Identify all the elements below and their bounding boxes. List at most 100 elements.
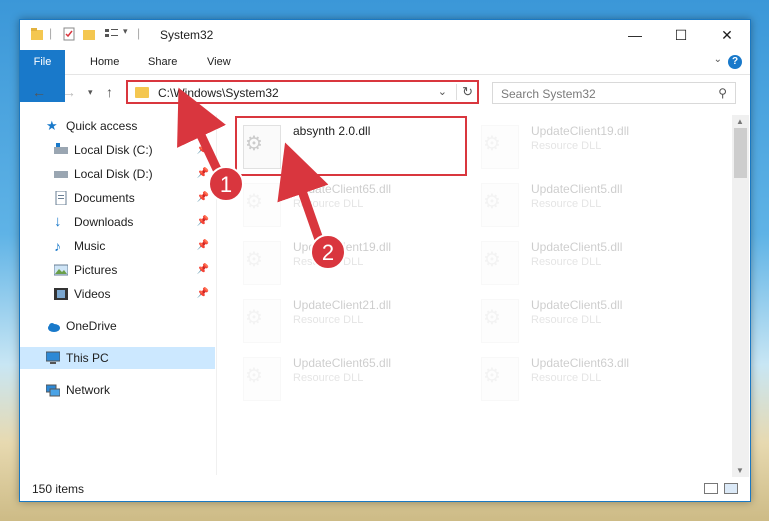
gear-icon: ⚙ (483, 307, 501, 329)
file-explorer-window: | ▾ | System32 — ☐ ✕ File Home Share Vie… (19, 19, 751, 502)
vertical-scrollbar[interactable]: ▲ ▼ (732, 115, 749, 477)
nav-item-label: Downloads (74, 215, 134, 229)
file-name: UpdateClient21.dll (293, 298, 392, 312)
navigation-pane: ★ Quick access Local Disk (C:) 📌 Local D… (20, 115, 215, 485)
file-name: UpdateClient65.dll (293, 356, 392, 370)
file-item[interactable]: ⚙ UpdateClient5.dll Resource DLL (473, 293, 703, 345)
address-bar[interactable]: C:\Windows\System32 ⌄ ↻ (126, 80, 479, 104)
tab-home[interactable]: Home (78, 50, 131, 74)
nav-item-label: Local Disk (C:) (74, 143, 153, 157)
nav-item-network[interactable]: Network (20, 379, 215, 401)
address-row: ← → ▾ ↑ C:\Windows\System32 ⌄ ↻ Search S… (20, 75, 750, 111)
download-icon: ↓ (54, 213, 62, 230)
pc-icon (46, 351, 60, 364)
nav-item-this-pc[interactable]: This PC (20, 347, 215, 369)
file-type: Resource DLL (531, 372, 602, 384)
nav-item-local-disk-d[interactable]: Local Disk (D:) 📌 (20, 163, 215, 185)
file-item[interactable]: ⚙ UpdateClient63.dll Resource DLL (473, 351, 703, 403)
chevron-down-icon[interactable]: ▾ (123, 26, 128, 37)
folder-icon (31, 28, 43, 40)
music-icon: ♪ (54, 238, 61, 254)
file-type: Resource DLL (531, 256, 602, 268)
new-folder-icon[interactable] (82, 27, 96, 41)
status-bar: 150 items (20, 478, 750, 500)
file-item[interactable]: ⚙ UpdateClient19.dll Resource DLL (235, 235, 465, 287)
file-item[interactable]: ⚙ UpdateClient21.dll Resource DLL (235, 293, 465, 345)
expand-ribbon-icon[interactable]: ⌄ (714, 54, 722, 65)
gear-icon: ⚙ (245, 191, 263, 213)
large-icons-view-icon[interactable] (724, 483, 738, 494)
file-item[interactable]: ⚙ UpdateClient5.dll Resource DLL (473, 235, 703, 287)
pin-icon: 📌 (196, 240, 209, 251)
nav-item-label: Local Disk (D:) (74, 167, 153, 181)
nav-item-onedrive[interactable]: OneDrive (20, 315, 215, 337)
file-item[interactable]: ⚙ UpdateClient5.dll Resource DLL (473, 177, 703, 229)
file-name: UpdateClient63.dll (531, 356, 630, 370)
separator: | (137, 26, 141, 40)
scrollbar-thumb[interactable] (734, 128, 747, 178)
nav-item-quick-access[interactable]: ★ Quick access (20, 115, 215, 137)
pin-icon: 📌 (196, 168, 209, 179)
scroll-up-icon[interactable]: ▲ (736, 117, 744, 126)
videos-icon (54, 288, 68, 300)
drive-icon (54, 171, 68, 178)
forward-arrow-icon[interactable]: → (62, 84, 76, 100)
close-button[interactable]: ✕ (704, 20, 750, 50)
tab-share[interactable]: Share (136, 50, 189, 74)
gear-icon: ⚙ (245, 249, 263, 271)
file-type: Resource DLL (531, 314, 602, 326)
search-input[interactable]: Search System32 ⚲ (492, 82, 736, 104)
file-type: Resource DLL (531, 198, 602, 210)
title-bar: | ▾ | System32 — ☐ ✕ (20, 20, 750, 50)
cloud-icon (48, 323, 60, 332)
file-highlight-box (235, 116, 467, 176)
refresh-icon[interactable]: ↻ (456, 84, 473, 100)
item-count: 150 items (32, 482, 85, 496)
window-title: System32 (160, 28, 214, 42)
chevron-down-icon[interactable]: ⌄ (438, 85, 447, 98)
scroll-down-icon[interactable]: ▼ (736, 466, 744, 475)
file-type: Resource DLL (531, 140, 602, 152)
documents-icon (55, 191, 67, 205)
nav-item-videos[interactable]: Videos 📌 (20, 283, 215, 305)
search-icon: ⚲ (718, 86, 727, 100)
pin-icon: 📌 (196, 288, 209, 299)
file-name: UpdateClient5.dll (531, 240, 623, 254)
tab-view[interactable]: View (195, 50, 243, 74)
up-arrow-icon[interactable]: ↑ (106, 84, 113, 100)
network-icon (46, 384, 60, 397)
gear-icon: ⚙ (245, 307, 263, 329)
nav-item-pictures[interactable]: Pictures 📌 (20, 259, 215, 281)
file-name: UpdateClient19.dll (293, 240, 392, 254)
file-type: Resource DLL (293, 198, 364, 210)
details-view-icon[interactable] (704, 483, 718, 494)
nav-item-music[interactable]: ♪ Music 📌 (20, 235, 215, 257)
file-type: Resource DLL (293, 314, 364, 326)
customize-toolbar-icon[interactable] (104, 27, 120, 41)
maximize-button[interactable]: ☐ (658, 20, 704, 50)
properties-icon[interactable] (62, 27, 76, 41)
recent-locations-icon[interactable]: ▾ (88, 87, 93, 98)
nav-item-downloads[interactable]: ↓ Downloads 📌 (20, 211, 215, 233)
pin-icon: 📌 (196, 192, 209, 203)
back-arrow-icon[interactable]: ← (32, 84, 46, 100)
file-item[interactable]: ⚙ UpdateClient19.dll Resource DLL (473, 119, 703, 171)
pane-divider (216, 115, 217, 475)
folder-icon (135, 87, 149, 98)
nav-item-label: Network (66, 383, 111, 397)
file-item[interactable]: ⚙ UpdateClient65.dll Resource DLL (235, 351, 465, 403)
nav-item-label: This PC (66, 351, 109, 365)
nav-item-documents[interactable]: Documents 📌 (20, 187, 215, 209)
file-name: UpdateClient65.dll (293, 182, 392, 196)
nav-item-local-disk-c[interactable]: Local Disk (C:) 📌 (20, 139, 215, 161)
nav-item-label: OneDrive (66, 319, 117, 333)
search-placeholder: Search System32 (501, 87, 596, 101)
file-name: UpdateClient5.dll (531, 298, 623, 312)
nav-item-label: Music (74, 239, 106, 253)
file-name: UpdateClient5.dll (531, 182, 623, 196)
minimize-button[interactable]: — (612, 20, 658, 50)
file-item[interactable]: ⚙ UpdateClient65.dll Resource DLL (235, 177, 465, 229)
help-icon[interactable]: ? (728, 55, 742, 69)
pin-icon: 📌 (196, 144, 209, 155)
separator: | (49, 26, 53, 40)
